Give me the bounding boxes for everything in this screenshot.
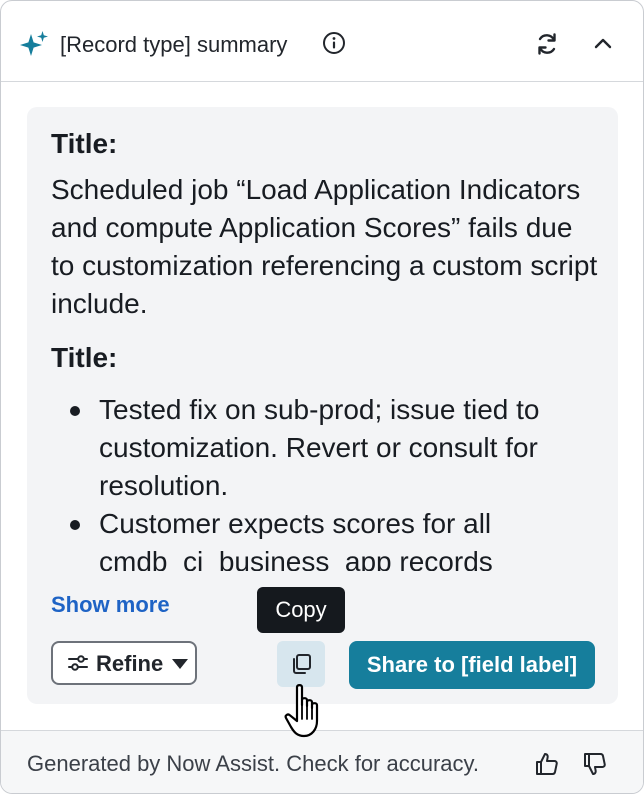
list-item: Customer expects scores for all cmdb_ci_… xyxy=(51,505,611,571)
section-label: Title: xyxy=(51,128,118,159)
refine-label: Refine xyxy=(96,651,164,676)
copy-icon xyxy=(293,654,311,674)
tooltip-text: Copy xyxy=(275,597,327,622)
card-title: [Record type] summary xyxy=(60,32,288,57)
sparkle-icon xyxy=(20,31,48,56)
chevron-up-icon[interactable] xyxy=(590,31,616,57)
caret-down-icon xyxy=(172,659,188,669)
disclaimer-text: Generated by Now Assist. Check for accur… xyxy=(27,751,479,776)
summary-text: Scheduled job “Load Application Indicato… xyxy=(51,174,598,319)
card-header: [Record type] summary xyxy=(1,1,643,82)
share-label: Share to [field label] xyxy=(366,652,578,677)
thumbs-up-icon[interactable] xyxy=(534,751,560,777)
summary-panel: Title: Scheduled job “Load Application I… xyxy=(27,107,618,704)
list-item: Tested fix on sub-prod; issue tied to cu… xyxy=(51,391,611,505)
sliders-icon xyxy=(68,655,88,671)
info-icon[interactable] xyxy=(322,31,346,55)
share-button[interactable]: Share to [field label] xyxy=(349,641,595,689)
refresh-icon[interactable] xyxy=(534,31,560,57)
show-more-link[interactable]: Show more xyxy=(51,591,170,619)
refine-button[interactable]: Refine xyxy=(51,641,197,685)
section-label: Title: xyxy=(51,342,118,373)
copy-tooltip: Copy xyxy=(257,587,345,633)
thumbs-down-icon[interactable] xyxy=(582,751,608,777)
hand-cursor-icon xyxy=(284,684,319,738)
summary-card: [Record type] summary Title: Scheduled j… xyxy=(0,0,644,794)
copy-button[interactable] xyxy=(277,641,325,687)
summary-bullets: Tested fix on sub-prod; issue tied to cu… xyxy=(51,391,611,571)
